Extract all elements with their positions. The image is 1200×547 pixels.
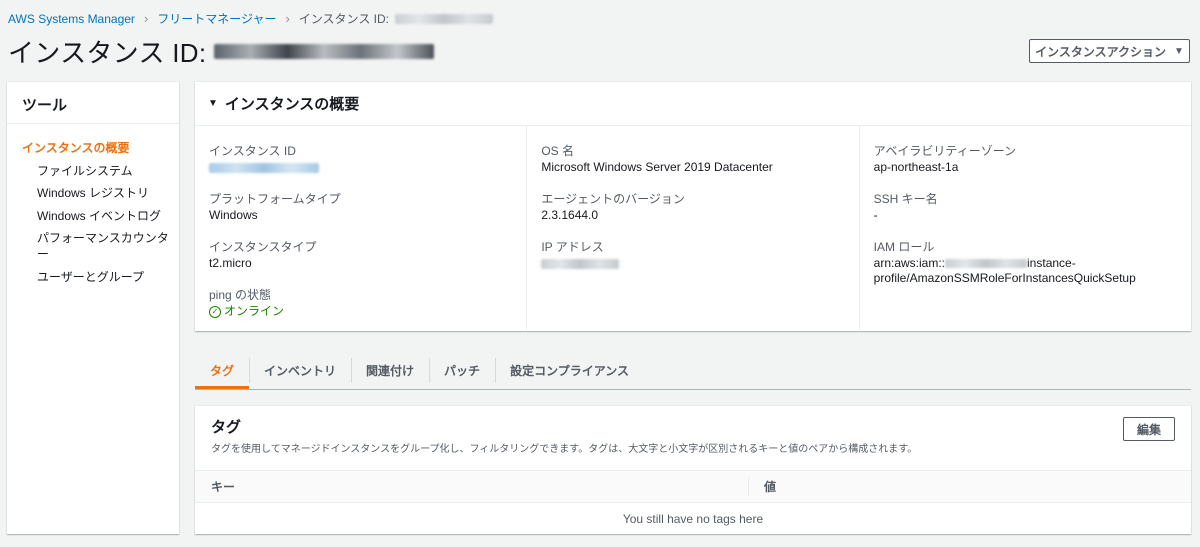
tools-sidebar: ツール インスタンスの概要 ファイルシステム Windows レジストリ Win…	[7, 82, 179, 534]
ip-address-value	[541, 256, 844, 271]
instance-type-label: インスタンスタイプ	[209, 240, 317, 254]
check-circle-icon: ✓	[209, 305, 221, 318]
sidebar-heading: ツール	[7, 82, 179, 124]
redacted-instance-id	[395, 13, 493, 24]
breadcrumb: AWS Systems Manager › フリートマネージャー › インスタン…	[8, 10, 493, 27]
instance-overview-panel: ▼ インスタンスの概要 インスタンス ID プラットフォームタイプ Window…	[195, 82, 1191, 331]
caret-down-icon: ▼	[1174, 45, 1184, 57]
instance-actions-label: インスタンスアクション	[1035, 44, 1166, 59]
page-title-text: インスタンス ID:	[8, 37, 207, 68]
ip-address-label: IP アドレス	[541, 240, 604, 254]
tab-tags[interactable]: タグ	[195, 352, 250, 389]
tags-table-header: キー 値	[195, 470, 1191, 503]
tab-inventory[interactable]: インベントリ	[249, 352, 351, 389]
overview-column-1: インスタンス ID プラットフォームタイプ Windows インスタンスタイプ …	[195, 126, 528, 330]
sidebar-item-windows-registry[interactable]: Windows レジストリ	[7, 185, 179, 201]
availability-zone-value: ap-northeast-1a	[873, 160, 959, 174]
sidebar-item-instance-overview[interactable]: インスタンスの概要	[7, 140, 179, 156]
tags-empty-message: You still have no tags here	[622, 512, 764, 526]
iam-role-label: IAM ロール	[873, 240, 935, 254]
column-header-value: 値	[748, 471, 1191, 502]
tags-description: タグを使用してマネージドインスタンスをグループ化し、フィルタリングできます。タグ…	[211, 444, 918, 455]
iam-role-value: arn:aws:iam:: instance- profile/AmazonSSM…	[874, 256, 1177, 286]
sidebar-item-performance-counters[interactable]: パフォーマンスカウンター	[7, 230, 179, 262]
platform-value: Windows	[209, 208, 258, 222]
instance-id-label: インスタンス ID	[209, 144, 296, 158]
detail-tabs: タグ インベントリ 関連付け パッチ 設定コンプライアンス	[195, 352, 1191, 390]
overview-header[interactable]: ▼ インスタンスの概要	[195, 82, 1191, 126]
sidebar-list: インスタンスの概要 ファイルシステム Windows レジストリ Windows…	[7, 124, 179, 285]
edit-tags-button[interactable]: 編集	[1123, 417, 1175, 441]
instance-id-value[interactable]	[209, 160, 512, 175]
agent-version-value: 2.3.1644.0	[541, 208, 599, 222]
iam-role-line2: profile/AmazonSSMRoleForInstancesQuickSe…	[873, 271, 1136, 285]
breadcrumb-current: インスタンス ID:	[298, 12, 389, 26]
breadcrumb-systems-manager[interactable]: AWS Systems Manager	[8, 12, 135, 26]
chevron-right-icon: ›	[143, 11, 149, 26]
agent-version-label: エージェントのバージョン	[541, 192, 685, 206]
redacted-title-id	[214, 43, 435, 59]
ping-status-text: オンライン	[224, 304, 285, 318]
instance-type-value: t2.micro	[209, 256, 252, 270]
tags-title: タグ	[211, 419, 242, 436]
sidebar-item-windows-event-log[interactable]: Windows イベントログ	[7, 208, 179, 224]
sidebar-item-users-groups[interactable]: ユーザーとグループ	[7, 269, 179, 285]
overview-column-3: アベイラビリティーゾーン ap-northeast-1a SSH キー名 - I…	[860, 126, 1191, 330]
tab-patch[interactable]: パッチ	[429, 352, 495, 389]
chevron-right-icon: ›	[285, 11, 290, 26]
ping-status-value: ✓ オンライン	[209, 304, 512, 319]
platform-label: プラットフォームタイプ	[209, 192, 341, 206]
expand-triangle-icon: ▼	[208, 98, 218, 109]
ping-status-label: ping の状態	[209, 288, 272, 302]
iam-role-suffix: instance-	[1027, 256, 1076, 270]
breadcrumb-fleet-manager[interactable]: フリートマネージャー	[157, 10, 276, 27]
ssh-key-value: -	[873, 208, 878, 222]
sidebar-item-file-system[interactable]: ファイルシステム	[7, 163, 179, 179]
overview-heading: インスタンスの概要	[224, 96, 360, 113]
tab-config-compliance[interactable]: 設定コンプライアンス	[495, 352, 644, 389]
column-header-key: キー	[211, 480, 236, 494]
availability-zone-label: アベイラビリティーゾーン	[873, 144, 1017, 158]
overview-column-2: OS 名 Microsoft Windows Server 2019 Datac…	[527, 126, 860, 330]
instance-actions-button[interactable]: インスタンスアクション ▼	[1029, 39, 1190, 63]
tab-associations[interactable]: 関連付け	[351, 352, 429, 389]
os-name-label: OS 名	[541, 144, 575, 158]
os-name-value: Microsoft Windows Server 2019 Datacenter	[541, 160, 773, 174]
page-title: インスタンス ID:	[8, 34, 435, 68]
tags-panel: タグ タグを使用してマネージドインスタンスをグループ化し、フィルタリングできます…	[195, 406, 1191, 534]
ssh-key-label: SSH キー名	[873, 192, 938, 206]
iam-role-prefix: arn:aws:iam::	[873, 256, 946, 270]
